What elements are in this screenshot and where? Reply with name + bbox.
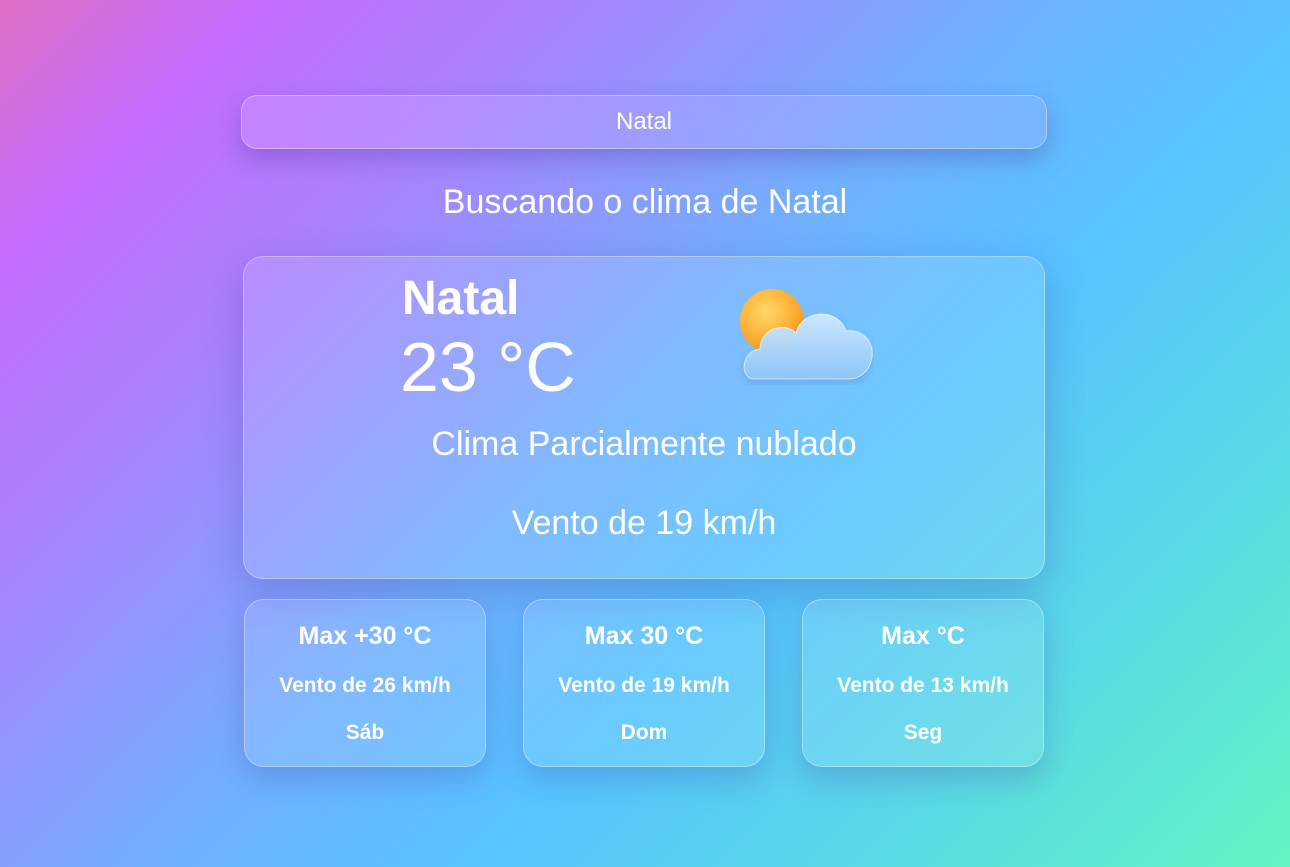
city-name: Natal	[402, 272, 520, 325]
forecast-wind: Vento de 13 km/h	[837, 674, 1009, 697]
forecast-max-temp: Max +30 °C	[298, 622, 432, 650]
forecast-max-temp: Max 30 °C	[584, 622, 704, 650]
forecast-day: Dom	[620, 721, 668, 744]
forecast-day: Sáb	[345, 721, 385, 744]
forecast-card-2: Max 30 °C Vento de 19 km/h Dom	[523, 599, 765, 767]
forecast-card-3: Max °C Vento de 13 km/h Seg	[802, 599, 1044, 767]
weather-condition: Clima Parcialmente nublado	[431, 425, 857, 463]
partly-cloudy-icon	[740, 289, 873, 380]
forecast-day: Seg	[903, 721, 943, 744]
status-text: Buscando o clima de Natal	[442, 183, 848, 221]
forecast-wind: Vento de 26 km/h	[279, 674, 451, 697]
search-input[interactable]	[242, 96, 1046, 148]
search-bar[interactable]	[241, 95, 1047, 149]
wind-speed: Vento de 19 km/h	[511, 504, 777, 542]
forecast-wind: Vento de 19 km/h	[558, 674, 730, 697]
current-weather-card: Natal 23 °C Clima Parcialmente nublado V…	[243, 256, 1045, 579]
forecast-max-temp: Max °C	[881, 622, 965, 650]
current-temperature: 23 °C	[400, 328, 576, 406]
forecast-card-1: Max +30 °C Vento de 26 km/h Sáb	[244, 599, 486, 767]
